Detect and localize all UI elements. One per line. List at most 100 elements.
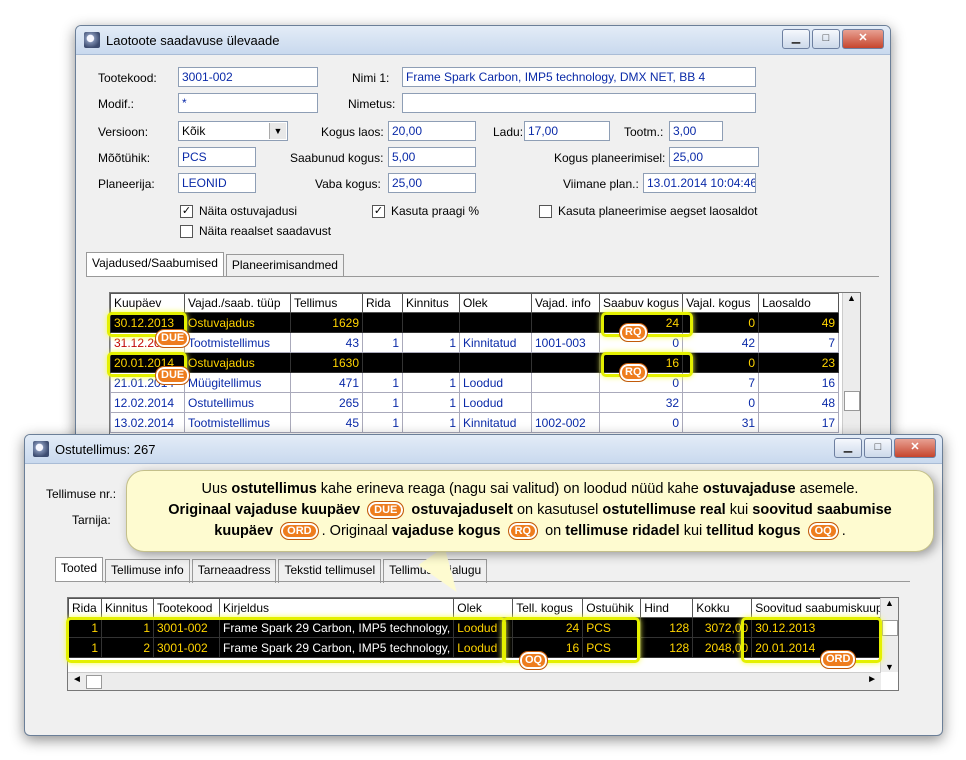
kasuta-praagi-checkbox[interactable]: ✓ Kasuta praagi % [372,204,479,218]
table-cell: Frame Spark 29 Carbon, IMP5 technology, [218,637,455,658]
ladu-field[interactable]: 17,00 [524,121,610,141]
scroll-left-icon[interactable]: ◄ [72,674,82,685]
table-row[interactable]: 1 1 3001-002 Frame Spark 29 Carbon, IMP5 te… [68,617,890,638]
table-row[interactable]: 30.12.2013 Ostuvajadus 1629 24 0 49 [110,312,840,333]
column-header[interactable]: Kirjeldus [218,598,455,618]
scroll-right-icon[interactable]: ► [867,674,877,685]
table-row[interactable]: 31.12.2013 Tootmistellimus 43 1 1 Kinnitatud 1… [110,332,840,353]
minimize-button[interactable]: ▁ [834,438,862,458]
table-cell: Frame Spark 29 Carbon, IMP5 technology, [218,617,455,638]
scrollbar-thumb[interactable] [844,391,860,411]
table-cell: 128 [640,617,694,638]
scroll-down-icon[interactable]: ▼ [881,662,898,672]
tootm-field[interactable]: 3,00 [669,121,723,141]
table-cell: 0 [682,312,760,333]
kogus-planeerimisel-field[interactable]: 25,00 [669,147,759,167]
versioon-select[interactable]: Kõik ▼ [178,121,288,141]
column-header[interactable]: Vajad./saab. tüüp [184,293,291,313]
column-header[interactable]: Kinnitus [402,293,460,313]
table-row[interactable]: 1 2 3001-002 Frame Spark 29 Carbon, IMP5 te… [68,637,890,658]
column-header[interactable]: Olek [453,598,514,618]
column-header[interactable]: Rida [362,293,403,313]
column-header[interactable]: Ostuühik [582,598,642,618]
tab-planeerimisandmed[interactable]: Planeerimisandmed [225,254,344,278]
naita-reaalset-checkbox[interactable]: Näita reaalset saadavust [180,224,331,238]
table-cell: 3072,00 [692,617,753,638]
column-header[interactable]: Kinnitus [101,598,154,618]
column-header[interactable]: Tellimus [290,293,363,313]
column-header[interactable]: Soovitud saabumiskuup. [751,598,890,618]
unchecked-box-icon[interactable] [180,224,193,238]
modif-field[interactable]: * [178,93,318,113]
tarnija-label: Tarnija: [72,513,111,527]
table-cell: Kinnitatud [459,412,532,433]
column-header[interactable]: Saabuv kogus [598,293,684,313]
table-cell: 471 [290,372,363,393]
vertical-scrollbar[interactable]: ▲ ▼ [880,598,898,672]
horizontal-scrollbar[interactable]: ◄ ► [68,672,881,690]
kogus-laos-field[interactable]: 20,00 [388,121,476,141]
column-header[interactable]: Tell. kogus [512,598,584,618]
checkmark-icon[interactable]: ✓ [372,204,385,218]
close-button[interactable]: ✕ [894,438,936,458]
table-cell: 128 [640,637,694,658]
column-header[interactable]: Kuupäev [110,293,185,313]
unchecked-box-icon[interactable] [539,204,552,218]
naita-ostuvajadusi-checkbox[interactable]: ✓ Näita ostuvajadusi [180,204,297,218]
scrollbar-thumb[interactable] [882,620,898,636]
vertical-scrollbar[interactable]: ▲ [842,293,860,456]
vajadused-grid: Kuupäev Vajad./saab. tüüp Tellimus Rida Kinn… [109,292,861,456]
table-cell: Kinnitatud [459,332,532,353]
checkmark-icon[interactable]: ✓ [180,204,193,218]
tab-tekstid[interactable]: Tekstid tellimusel [278,559,382,583]
table-cell: Loodud [453,617,514,638]
maximize-button[interactable]: □ [812,29,840,49]
table-cell: 49 [758,312,840,333]
kasuta-planeerimise-checkbox[interactable]: Kasuta planeerimise aegset laosaldot [539,204,757,218]
scroll-up-icon[interactable]: ▲ [881,598,898,608]
column-header[interactable]: Hind [640,598,694,618]
table-row[interactable]: 20.01.2014 Ostuvajadus 1630 16 0 23 [110,352,840,373]
table-cell [531,352,600,373]
column-header[interactable]: Kokku [692,598,753,618]
column-header[interactable]: Vajal. kogus [682,293,760,313]
table-cell: Ostutellimus [184,392,291,413]
saabunud-kogus-field[interactable]: 5,00 [388,147,476,167]
column-header[interactable]: Vajad. info [531,293,600,313]
vaba-kogus-field[interactable]: 25,00 [388,173,476,193]
tab-vajadused[interactable]: Vajadused/Saabumised [86,252,224,276]
tootekood-field[interactable]: 3001-002 [178,67,318,87]
column-header[interactable]: Olek [459,293,532,313]
tab-tellimuse-info[interactable]: Tellimuse info [105,559,190,583]
table-row[interactable]: 21.01.2014 Müügitellimus 471 1 1 Loodud 0 7 16 [110,372,840,393]
tab-tooted[interactable]: Tooted [55,557,104,581]
tab-tarneaadress[interactable]: Tarneaadress [191,559,277,583]
maximize-button[interactable]: □ [864,438,892,458]
oq-inline-badge: OQ [807,522,839,541]
mootuhik-field[interactable]: PCS [178,147,256,167]
scroll-up-icon[interactable]: ▲ [843,293,860,303]
column-header[interactable]: Tootekood [153,598,220,618]
table-cell: 7 [682,372,760,393]
column-header[interactable]: Laosaldo [758,293,840,313]
chevron-down-icon[interactable]: ▼ [269,123,286,139]
table-cell: 1 [362,412,403,433]
table-cell: 48 [758,392,840,413]
saabunud-kogus-label: Saabunud kogus: [290,151,384,165]
table-row[interactable]: 13.02.2014 Tootmistellimus 45 1 1 Kinnitatud 1… [110,412,840,433]
versioon-label: Versioon: [98,125,149,139]
table-cell: 3001-002 [153,637,220,658]
nimetus-field[interactable] [402,93,756,113]
minimize-button[interactable]: ▁ [782,29,810,49]
table-cell: 1002-002 [531,412,600,433]
ord-badge: ORD [820,650,857,669]
close-button[interactable]: ✕ [842,29,884,49]
table-row[interactable]: 12.02.2014 Ostutellimus 265 1 1 Loodud 32 0 48 [110,392,840,413]
versioon-value: Kõik [182,124,206,138]
viimane-plan-field[interactable]: 13.01.2014 10:04:46 [643,173,756,193]
planeerija-field[interactable]: LEONID [178,173,256,193]
table-cell [362,312,403,333]
scrollbar-thumb[interactable] [86,675,102,689]
column-header[interactable]: Rida [68,598,102,618]
nimi1-field[interactable]: Frame Spark Carbon, IMP5 technology, DMX… [402,67,756,87]
